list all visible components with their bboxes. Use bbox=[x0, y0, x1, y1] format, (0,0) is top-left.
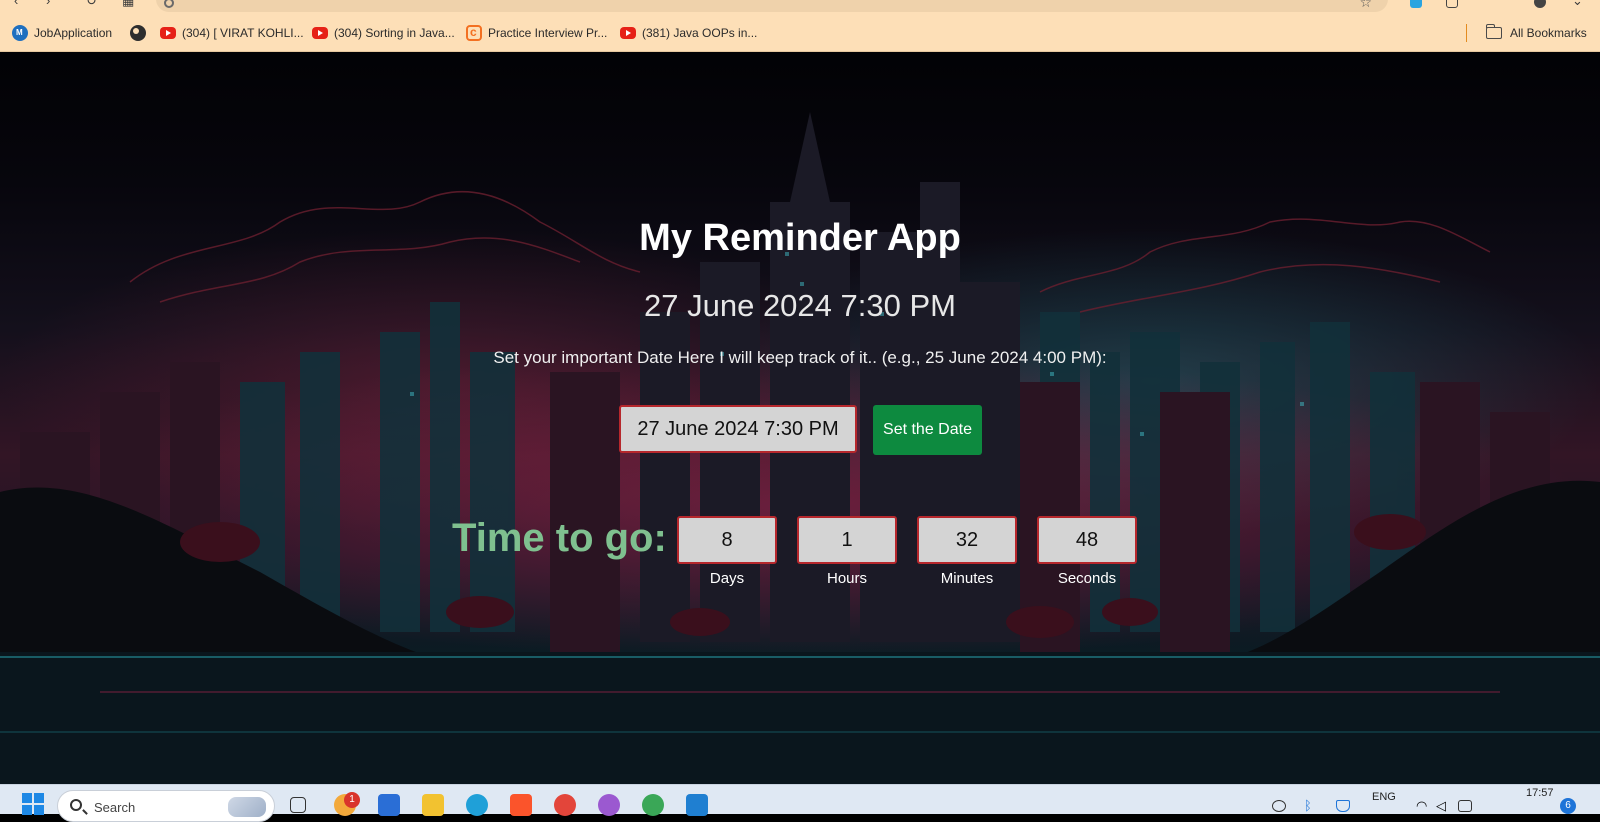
all-bookmarks-button[interactable]: All Bookmarks bbox=[1485, 24, 1587, 42]
bookmark-practice-interview[interactable]: Practice Interview Pr... bbox=[466, 24, 607, 42]
countdown-value: 1 bbox=[797, 516, 897, 564]
bookmark-job-application[interactable]: JobApplication bbox=[12, 24, 112, 42]
search-placeholder: Search bbox=[94, 800, 136, 815]
countdown-value: 32 bbox=[917, 516, 1017, 564]
reload-icon[interactable]: ↻ bbox=[86, 0, 100, 8]
start-button[interactable] bbox=[22, 793, 44, 815]
countdown-value: 48 bbox=[1037, 516, 1137, 564]
countdown-value: 8 bbox=[677, 516, 777, 564]
file-explorer-icon[interactable] bbox=[422, 794, 444, 816]
countdown-label: Minutes bbox=[940, 570, 994, 587]
notification-center-badge[interactable]: 6 bbox=[1560, 798, 1576, 814]
bookmark-label: (304) Sorting in Java... bbox=[334, 26, 455, 40]
chrome-icon[interactable] bbox=[554, 794, 576, 816]
bookmark-label: Practice Interview Pr... bbox=[488, 26, 608, 40]
wifi-icon[interactable]: ◠ bbox=[1416, 799, 1430, 812]
chevron-down-icon[interactable]: ⌄ bbox=[1572, 0, 1586, 8]
countdown-label: Hours bbox=[826, 570, 867, 587]
countdown-label: Seconds bbox=[1057, 570, 1117, 587]
bookmark-sorting-in-java[interactable]: (304) Sorting in Java... bbox=[312, 24, 455, 42]
address-bar[interactable]: ☆ bbox=[156, 0, 1388, 12]
all-bookmarks-label: All Bookmarks bbox=[1510, 26, 1587, 40]
bookmark-java-oops[interactable]: (381) Java OOPs in... bbox=[620, 24, 757, 42]
instruction-text: Set your important Date Here I will keep… bbox=[493, 348, 1107, 367]
store-icon[interactable] bbox=[378, 794, 400, 816]
youtube-icon bbox=[312, 27, 328, 39]
brave-icon[interactable] bbox=[510, 794, 532, 816]
geeksforgeeks-icon bbox=[466, 25, 482, 41]
chrome-profile-icon[interactable] bbox=[642, 794, 664, 816]
time-to-go-label: Time to go: bbox=[452, 516, 667, 560]
bookmarks-separator bbox=[1466, 24, 1467, 42]
bluetooth-icon[interactable]: ᛒ bbox=[1304, 799, 1318, 812]
globe-icon bbox=[130, 25, 146, 41]
site-info-icon[interactable] bbox=[164, 0, 174, 8]
security-shield-icon[interactable] bbox=[1336, 800, 1350, 812]
set-date-button[interactable]: Set the Date bbox=[873, 405, 982, 455]
tab-search-icon[interactable] bbox=[1446, 0, 1458, 8]
date-input[interactable] bbox=[619, 405, 857, 453]
reminder-app: My Reminder App 27 June 2024 7:30 PM Set… bbox=[0, 52, 1600, 784]
photos-icon[interactable] bbox=[598, 794, 620, 816]
folder-icon bbox=[1485, 24, 1502, 39]
countdown-label: Days bbox=[709, 570, 745, 587]
language-indicator[interactable]: ENG bbox=[1372, 791, 1396, 803]
job-application-icon bbox=[12, 25, 28, 41]
countdown-hours: 1 Hours bbox=[797, 516, 897, 588]
bookmark-globe[interactable] bbox=[130, 24, 152, 42]
extension-icon[interactable] bbox=[1410, 0, 1422, 8]
forward-icon[interactable]: › bbox=[46, 0, 60, 8]
task-view-icon[interactable] bbox=[290, 797, 306, 813]
clock-time[interactable]: 17:57 bbox=[1526, 787, 1554, 799]
bookmark-star-icon[interactable]: ☆ bbox=[1359, 0, 1372, 9]
notification-badge: 1 bbox=[344, 792, 360, 808]
browser-toolbar: ‹ › ↻ ▦ ☆ ⌄ bbox=[0, 0, 1600, 14]
web-page: My Reminder App 27 June 2024 7:30 PM Set… bbox=[0, 52, 1600, 784]
current-target-date: 27 June 2024 7:30 PM bbox=[644, 288, 956, 323]
countdown-days: 8 Days bbox=[677, 516, 777, 588]
taskbar-search[interactable]: Search bbox=[57, 790, 275, 822]
countdown-seconds: 48 Seconds bbox=[1037, 516, 1137, 588]
bookmark-virat-kohli[interactable]: (304) [ VIRAT KOHLI... bbox=[160, 24, 304, 42]
taskbar: Search ENG 17:57 bbox=[0, 784, 1600, 822]
search-icon bbox=[70, 799, 82, 811]
youtube-icon bbox=[160, 27, 176, 39]
back-icon[interactable]: ‹ bbox=[14, 0, 28, 8]
bookmark-label: (381) Java OOPs in... bbox=[642, 26, 758, 40]
refresh-icon[interactable] bbox=[1272, 800, 1286, 812]
vscode-icon[interactable] bbox=[686, 794, 708, 816]
profile-avatar[interactable] bbox=[1534, 0, 1546, 8]
volume-icon[interactable]: ◁ bbox=[1436, 799, 1450, 812]
bookmarks-bar: JobApplication (304) [ VIRAT KOHLI... (3… bbox=[0, 14, 1600, 52]
countdown-minutes: 32 Minutes bbox=[917, 516, 1017, 588]
search-highlight-icon bbox=[228, 797, 266, 817]
bookmark-label: (304) [ VIRAT KOHLI... bbox=[182, 26, 304, 40]
battery-icon[interactable] bbox=[1458, 800, 1472, 812]
bookmark-label: JobApplication bbox=[34, 26, 113, 40]
edge-icon[interactable] bbox=[466, 794, 488, 816]
youtube-icon bbox=[620, 27, 636, 39]
apps-grid-icon[interactable]: ▦ bbox=[122, 0, 136, 8]
app-title: My Reminder App bbox=[639, 217, 961, 259]
